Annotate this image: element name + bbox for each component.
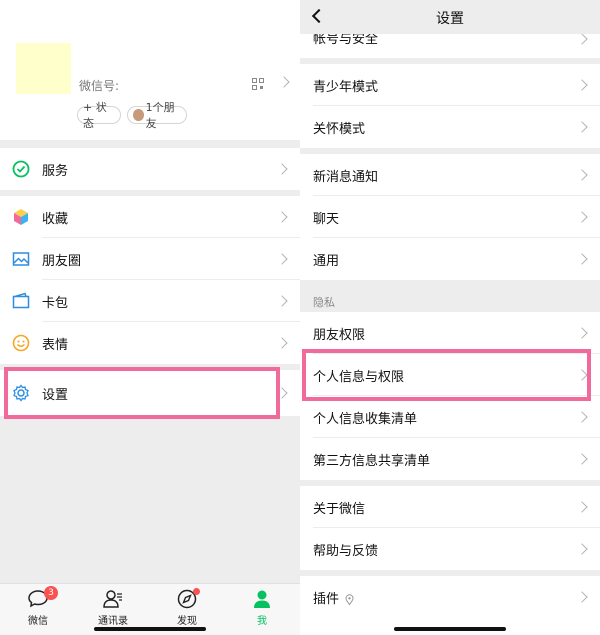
- services-icon: [12, 160, 30, 178]
- bottom-tab-bar: 3 微信 通讯录 发现 我: [0, 583, 300, 635]
- settings-item-label: 聊天: [313, 211, 340, 227]
- menu-item-services[interactable]: 服务: [0, 148, 300, 190]
- settings-item-label: 通用: [313, 253, 340, 269]
- general-group: 新消息通知 聊天 通用: [300, 154, 600, 280]
- highlight-box-settings: [4, 367, 280, 419]
- settings-item-label: 第三方信息共享清单: [313, 453, 431, 469]
- chevron-right-icon: [576, 543, 588, 555]
- chevron-right-icon: [576, 253, 588, 265]
- settings-item-label: 新消息通知: [313, 169, 379, 185]
- menu-item-label: 收藏: [42, 211, 69, 227]
- tab-contacts[interactable]: 通讯录: [83, 588, 143, 627]
- menu-item-label: 表情: [42, 337, 69, 353]
- chevron-right-icon: [576, 327, 588, 339]
- home-indicator: [94, 627, 206, 631]
- settings-item-label: 青少年模式: [313, 79, 379, 95]
- tab-me[interactable]: 我: [232, 588, 292, 627]
- privacy-section-header: 隐私: [313, 296, 335, 309]
- menu-item-stickers[interactable]: 表情: [0, 322, 300, 364]
- settings-item-friend-permissions[interactable]: 朋友权限: [300, 312, 600, 354]
- settings-item-label: 插件: [313, 588, 354, 607]
- settings-item-care-mode[interactable]: 关怀模式: [300, 106, 600, 148]
- avatar[interactable]: [16, 43, 71, 94]
- settings-item-label: 朋友权限: [313, 327, 366, 343]
- settings-item-label: 个人信息收集清单: [313, 411, 418, 427]
- about-group: 关于微信 帮助与反馈: [300, 486, 600, 570]
- chevron-right-icon: [576, 79, 588, 91]
- settings-item-personal-info-list[interactable]: 个人信息收集清单: [300, 396, 600, 438]
- chevron-right-icon: [576, 33, 588, 45]
- plugins-group: 插件: [300, 576, 600, 635]
- tab-label: 我: [257, 616, 267, 627]
- friends-button-label: 1个朋友: [145, 101, 175, 130]
- menu-item-label: 服务: [42, 163, 69, 179]
- wechat-id-label: 微信号:: [79, 79, 120, 93]
- chevron-right-icon: [576, 453, 588, 465]
- tab-chats[interactable]: 3 微信: [8, 586, 68, 627]
- profile-card[interactable]: 微信号: + 状态 1个朋友: [0, 0, 300, 140]
- friends-button[interactable]: 1个朋友: [127, 101, 187, 130]
- chevron-right-icon: [576, 501, 588, 513]
- status-button-label: + 状态: [83, 101, 107, 130]
- menu-item-label: 卡包: [42, 295, 69, 311]
- smiley-face-icon: [12, 334, 30, 352]
- chevron-right-icon: [576, 121, 588, 133]
- menu-item-cards[interactable]: 卡包: [0, 280, 300, 322]
- tab-discover[interactable]: 发现: [157, 588, 217, 627]
- nav-bar: 设置: [300, 0, 600, 34]
- menu-item-moments[interactable]: 朋友圈: [0, 238, 300, 280]
- me-screen: 微信号: + 状态 1个朋友 服务 收藏 朋友圈 卡包 表情 设置 3 微信 通…: [0, 0, 300, 635]
- tab-label: 通讯录: [98, 616, 128, 627]
- chevron-right-icon: [276, 211, 288, 223]
- moments-picture-icon: [12, 252, 30, 266]
- settings-item-general[interactable]: 通用: [300, 238, 600, 280]
- menu-item-favorites[interactable]: 收藏: [0, 196, 300, 238]
- settings-item-help-feedback[interactable]: 帮助与反馈: [300, 528, 600, 570]
- chevron-right-icon: [276, 337, 288, 349]
- unread-badge: 3: [44, 586, 58, 600]
- chevron-right-icon: [276, 253, 288, 265]
- qr-code-icon[interactable]: [252, 78, 264, 90]
- friend-avatar-icon: [133, 109, 144, 121]
- menu-item-label: 朋友圈: [42, 253, 82, 269]
- me-person-icon: [254, 590, 270, 608]
- page-title: 设置: [436, 11, 464, 27]
- services-group: 服务: [0, 148, 300, 190]
- chevron-right-icon: [576, 211, 588, 223]
- card-wallet-icon: [12, 292, 30, 309]
- settings-item-teen-mode[interactable]: 青少年模式: [300, 64, 600, 106]
- profile-chevron-icon: [278, 76, 290, 88]
- settings-item-new-message-notify[interactable]: 新消息通知: [300, 154, 600, 196]
- status-button[interactable]: + 状态: [77, 101, 121, 130]
- settings-item-label: 关怀模式: [313, 121, 366, 137]
- highlight-box-personal-info: [302, 349, 591, 401]
- settings-screen: 帐号与安全 设置 青少年模式 关怀模式 新消息通知 聊天 通用 隐私 朋友权限 …: [300, 0, 600, 635]
- chevron-right-icon: [576, 169, 588, 181]
- chevron-right-icon: [276, 295, 288, 307]
- tab-label: 发现: [177, 616, 197, 627]
- features-group: 收藏 朋友圈 卡包 表情: [0, 196, 300, 364]
- favorites-cube-icon: [14, 209, 28, 225]
- chevron-right-icon: [576, 411, 588, 423]
- chevron-right-icon: [576, 591, 588, 603]
- settings-item-label: 帮助与反馈: [313, 543, 379, 559]
- chevron-right-icon: [276, 163, 288, 175]
- plugins-label: 插件: [313, 591, 340, 607]
- new-dot-badge: [193, 588, 200, 595]
- settings-item-plugins[interactable]: 插件: [300, 576, 600, 618]
- settings-item-label: 关于微信: [313, 501, 366, 517]
- settings-item-chat[interactable]: 聊天: [300, 196, 600, 238]
- location-pin-icon: [345, 593, 354, 605]
- tab-label: 微信: [28, 616, 48, 627]
- contacts-person-icon: [103, 590, 122, 608]
- settings-item-third-party-list[interactable]: 第三方信息共享清单: [300, 438, 600, 480]
- home-indicator: [394, 627, 506, 631]
- mode-group: 青少年模式 关怀模式: [300, 64, 600, 148]
- settings-item-about[interactable]: 关于微信: [300, 486, 600, 528]
